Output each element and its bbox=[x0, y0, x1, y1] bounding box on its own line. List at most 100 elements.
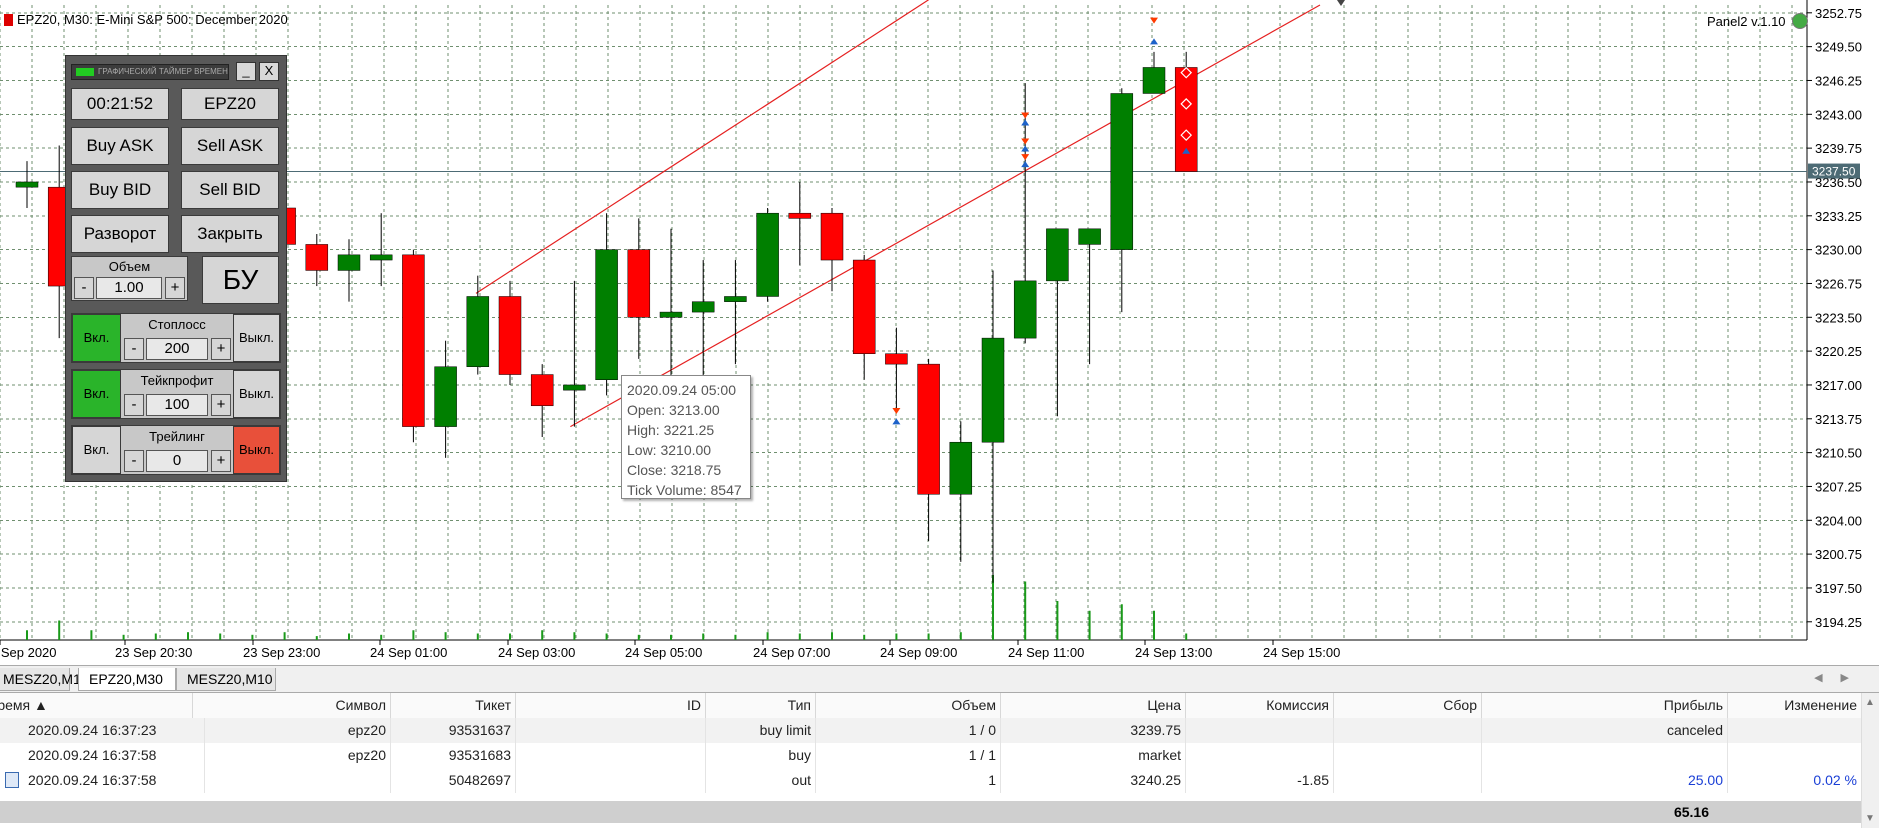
symbol-button[interactable]: EPZ20 bbox=[181, 88, 279, 120]
panel-close-button[interactable]: X bbox=[259, 62, 279, 81]
stoploss-off-button[interactable]: Выкл. bbox=[233, 314, 280, 362]
cell-symbol bbox=[205, 768, 391, 793]
sell-bid-button[interactable]: Sell BID bbox=[181, 171, 279, 209]
price-label: 3210.50 bbox=[1815, 446, 1862, 461]
volume-minus-button[interactable]: - bbox=[74, 277, 94, 299]
candle-body bbox=[659, 311, 683, 318]
trailing-plus-button[interactable]: + bbox=[211, 450, 231, 472]
stoploss-on-button[interactable]: Вкл. bbox=[72, 314, 121, 362]
reverse-button[interactable]: Разворот bbox=[71, 215, 169, 253]
stoploss-field[interactable]: 200 bbox=[146, 338, 208, 360]
col-volume[interactable]: Объем bbox=[816, 693, 1001, 718]
tab-mesz20-m10[interactable]: MESZ20,M10 bbox=[176, 668, 276, 691]
tab-scroll-arrows[interactable]: ◀▶ bbox=[1814, 671, 1867, 684]
breakeven-button[interactable]: БУ bbox=[202, 256, 279, 304]
col-change[interactable]: Изменение bbox=[1728, 693, 1862, 718]
cell-id bbox=[516, 768, 706, 793]
buy-ask-button[interactable]: Buy ASK bbox=[71, 127, 169, 165]
takeprofit-off-button[interactable]: Выкл. bbox=[233, 370, 280, 418]
price-label: 3207.25 bbox=[1815, 479, 1862, 494]
cell-profit: 25.00 bbox=[1482, 768, 1728, 793]
price-label: 3197.50 bbox=[1815, 581, 1862, 596]
col-symbol[interactable]: Символ bbox=[205, 693, 391, 718]
panel-title-bar[interactable]: ГРАФИЧЕСКИЙ ТАЙМЕР ВРЕМЕНИ bbox=[71, 64, 229, 80]
cell-type: buy bbox=[706, 743, 816, 768]
takeprofit-plus-button[interactable]: + bbox=[211, 394, 231, 416]
panel-title: ГРАФИЧЕСКИЙ ТАЙМЕР ВРЕМЕНИ bbox=[98, 67, 229, 76]
panel-minimize-button[interactable]: _ bbox=[236, 62, 256, 81]
chart-title-text: EPZ20, M30: E-Mini S&P 500: December 202… bbox=[17, 12, 288, 27]
cell-ticket: 50482697 bbox=[391, 768, 516, 793]
takeprofit-field[interactable]: 100 bbox=[146, 394, 208, 416]
stoploss-plus-button[interactable]: + bbox=[211, 338, 231, 360]
price-label: 3213.75 bbox=[1815, 412, 1862, 427]
cell-profit: canceled bbox=[1482, 718, 1728, 743]
cell-commission bbox=[1186, 743, 1334, 768]
col-price[interactable]: Цена bbox=[1001, 693, 1186, 718]
candle-body bbox=[402, 254, 425, 427]
col-type[interactable]: Тип bbox=[706, 693, 816, 718]
table-scrollbar[interactable]: ▲ ▼ bbox=[1861, 693, 1879, 828]
history-table: Время ▲ Символ Тикет ID Тип Объем Цена К… bbox=[0, 693, 1879, 828]
close-position-button[interactable]: Закрыть bbox=[181, 215, 279, 253]
candle-body bbox=[627, 249, 651, 318]
candle-body bbox=[305, 244, 329, 271]
stoploss-label: Стоплосс bbox=[148, 317, 206, 332]
sell-arrow-icon bbox=[1021, 154, 1030, 161]
takeprofit-minus-button[interactable]: - bbox=[124, 394, 144, 416]
buy-bid-button[interactable]: Buy BID bbox=[71, 171, 169, 209]
trailing-minus-button[interactable]: - bbox=[124, 450, 144, 472]
candle-body bbox=[820, 212, 844, 261]
sell-arrow-icon bbox=[892, 407, 901, 414]
volume-field[interactable]: 1.00 bbox=[96, 277, 162, 299]
stoploss-row: Вкл. Стоплосс - 200 + Выкл. bbox=[71, 313, 281, 363]
tab-epz20-m30[interactable]: EPZ20,M30 bbox=[78, 668, 176, 691]
time-label: 24 Sep 15:00 bbox=[1263, 645, 1340, 660]
total-profit: 65.16 bbox=[1673, 804, 1709, 820]
col-fee[interactable]: Сбор bbox=[1334, 693, 1482, 718]
trailing-on-button[interactable]: Вкл. bbox=[72, 426, 121, 474]
sell-arrow-icon bbox=[1021, 112, 1030, 119]
col-id[interactable]: ID bbox=[516, 693, 706, 718]
sell-arrow-icon bbox=[1021, 138, 1030, 145]
cell-type: out bbox=[706, 768, 816, 793]
cell-fee bbox=[1334, 768, 1482, 793]
cell-change: 0.02 % bbox=[1728, 768, 1862, 793]
status-circle-icon[interactable] bbox=[1791, 13, 1808, 29]
trading-panel: ГРАФИЧЕСКИЙ ТАЙМЕР ВРЕМЕНИ _ X 00:21:52 … bbox=[65, 55, 287, 482]
time-label: 24 Sep 05:00 bbox=[625, 645, 702, 660]
col-commission[interactable]: Комиссия bbox=[1186, 693, 1334, 718]
current-price-label: 3237.50 bbox=[1812, 165, 1856, 179]
sell-ask-button[interactable]: Sell ASK bbox=[181, 127, 279, 165]
col-profit[interactable]: Прибыль bbox=[1482, 693, 1728, 718]
scroll-down-icon[interactable]: ▼ bbox=[1865, 813, 1875, 824]
table-row[interactable]: 2020.09.24 16:37:58 epz20 93531683 buy 1… bbox=[0, 743, 1862, 768]
col-ticket[interactable]: Тикет bbox=[391, 693, 516, 718]
time-label: 24 Sep 09:00 bbox=[880, 645, 957, 660]
stoploss-minus-button[interactable]: - bbox=[124, 338, 144, 360]
table-row[interactable]: 2020.09.24 16:37:23 epz20 93531637 buy l… bbox=[0, 718, 1862, 743]
price-label: 3252.75 bbox=[1815, 6, 1862, 21]
price-chart[interactable]: 3252.75 3249.50 3246.25 3243.00 3239.75 3236.… bbox=[0, 0, 1879, 665]
price-label: 3204.00 bbox=[1815, 513, 1862, 528]
tooltip-tick-volume: Tick Volume: 8547 bbox=[627, 482, 742, 498]
volume-plus-button[interactable]: + bbox=[165, 277, 185, 299]
takeprofit-on-button[interactable]: Вкл. bbox=[72, 370, 121, 418]
time-label: 24 Sep 07:00 bbox=[753, 645, 830, 660]
candle-body bbox=[337, 254, 361, 271]
tab-mesz20-m15[interactable]: MESZ20,M15 bbox=[0, 668, 89, 691]
cell-price: 3240.25 bbox=[1001, 768, 1186, 793]
table-row[interactable]: 2020.09.24 16:37:58 50482697 out 1 3240.… bbox=[0, 768, 1862, 793]
col-time[interactable]: Время ▲ bbox=[0, 693, 193, 718]
tooltip-time: 2020.09.24 05:00 bbox=[627, 382, 736, 398]
timer-bar-icon bbox=[76, 68, 94, 76]
trailing-field[interactable]: 0 bbox=[146, 450, 208, 472]
price-label: 3226.75 bbox=[1815, 276, 1862, 291]
takeprofit-row: Вкл. Тейкпрофит - 100 + Выкл. bbox=[71, 369, 281, 419]
panel-version: Panel2 v.1.10 bbox=[1707, 13, 1808, 29]
scroll-up-icon[interactable]: ▲ bbox=[1865, 697, 1875, 708]
candle-body bbox=[981, 337, 1005, 443]
buy-arrow-icon bbox=[1021, 119, 1030, 126]
cell-time: 2020.09.24 16:37:58 bbox=[0, 768, 205, 793]
trailing-off-button[interactable]: Выкл. bbox=[233, 426, 280, 474]
